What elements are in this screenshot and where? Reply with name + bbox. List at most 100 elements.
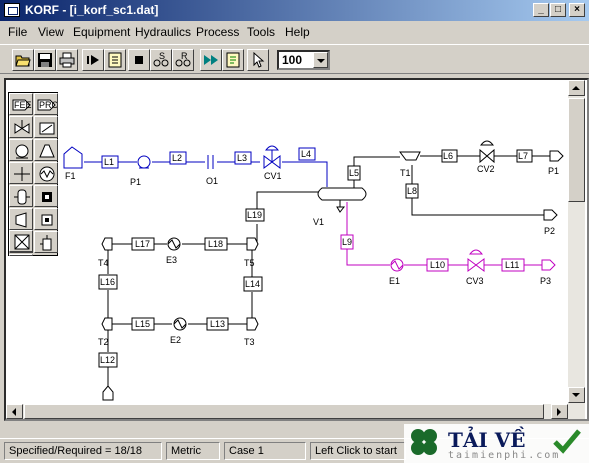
label-cv2: CV2 [477,164,495,174]
fast-forward-icon[interactable] [200,49,222,71]
tee-t4[interactable] [101,237,113,251]
menu-process[interactable]: Process [196,25,239,39]
label-v1: V1 [313,217,324,227]
heat-exchanger-icon[interactable] [34,162,58,184]
feed-icon[interactable]: FEED [9,93,33,115]
scroll-left-icon[interactable] [6,404,23,419]
print-icon[interactable] [56,49,78,71]
orifice-icon[interactable] [34,185,58,207]
control-valve-cv3[interactable] [467,249,485,272]
label-l18: L18 [208,239,223,249]
scroll-up-icon[interactable] [568,80,585,96]
maximize-button[interactable]: □ [550,3,566,17]
vertical-scroll-thumb[interactable] [568,98,585,202]
check-valve-icon[interactable] [34,116,58,138]
checkmark-icon [553,429,581,454]
zoom-value: 100 [282,53,303,67]
svg-text:PROD: PROD [39,100,57,110]
zoom-select[interactable]: 100 [277,50,330,70]
product-p3[interactable] [541,259,556,271]
heat-exchanger-e1[interactable] [390,258,404,272]
feed-f1[interactable] [63,146,83,169]
label-t1: T1 [400,168,411,178]
title-bar: KORF - [i_korf_sc1.dat] _ □ × [0,0,589,21]
label-l15: L15 [135,319,150,329]
control-valve-cv2[interactable] [479,140,495,164]
pump-icon[interactable] [9,139,33,161]
label-l4: L4 [301,149,311,159]
label-l1: L1 [104,157,114,167]
status-case: Case 1 [224,442,306,460]
tee-t1[interactable] [399,151,421,161]
product-icon[interactable]: PROD [34,93,58,115]
flowsheet-diagram[interactable]: F1 L1 P1 L2 O1 L3 CV1 L4 V1 L5 T1 L6 CV2… [6,80,568,404]
menu-equipment[interactable]: Equipment [73,25,130,39]
label-l13: L13 [210,319,225,329]
save-icon[interactable] [34,49,56,71]
menu-file[interactable]: File [8,25,27,39]
label-f1: F1 [65,171,76,181]
label-e1: E1 [389,276,400,286]
solve-r-icon[interactable]: R [172,49,194,71]
feed-f2[interactable] [102,385,114,401]
pump-p1[interactable] [137,155,151,169]
delete-icon[interactable] [9,230,33,252]
misc-equipment-icon[interactable] [34,231,58,253]
watermark: TẢI VỀ taimienphi.com [404,424,589,463]
open-folder-icon[interactable] [12,49,34,71]
label-p1: P1 [130,177,141,187]
chevron-down-icon[interactable] [313,52,328,68]
flowsheet-canvas[interactable]: F1 L1 P1 L2 O1 L3 CV1 L4 V1 L5 T1 L6 CV2… [4,78,589,421]
heat-exchanger-e3[interactable] [167,237,181,251]
product-p2[interactable] [543,209,558,221]
menu-view[interactable]: View [38,25,64,39]
tee-t3[interactable] [246,317,259,331]
menu-tools[interactable]: Tools [247,25,275,39]
scroll-down-icon[interactable] [568,387,585,403]
label-p2: P2 [544,226,555,236]
pointer-icon[interactable] [247,49,269,71]
label-l5: L5 [349,168,359,178]
close-button[interactable]: × [569,3,585,17]
product-p1[interactable] [549,150,564,162]
label-cv1: CV1 [264,171,282,181]
label-l2: L2 [172,153,182,163]
equipment-icon[interactable] [34,208,58,230]
nozzle-icon[interactable] [9,208,33,230]
minimize-button[interactable]: _ [533,3,549,17]
label-e2: E2 [170,335,181,345]
stop-icon[interactable] [128,49,150,71]
status-units: Metric [166,442,220,460]
report-icon[interactable] [222,49,244,71]
label-e3: E3 [166,255,177,265]
compressor-icon[interactable] [34,139,58,161]
vessel-icon[interactable] [9,185,33,207]
label-t5: T5 [244,258,255,268]
tee-t2[interactable] [101,317,113,331]
heat-exchanger-e2[interactable] [173,317,187,331]
tee-icon[interactable] [9,162,33,184]
orifice-o1[interactable] [207,155,214,169]
horizontal-scroll-thumb[interactable] [24,404,544,419]
watermark-sub: taimienphi.com [448,450,561,461]
run-icon[interactable] [82,49,104,71]
label-l11: L11 [505,260,519,270]
tee-t5[interactable] [246,237,259,251]
control-valve-cv1[interactable] [263,145,281,169]
window-title: KORF - [i_korf_sc1.dat] [25,3,159,17]
toolbar: S R 100 [0,44,589,74]
run-step-icon[interactable] [104,49,126,71]
menu-help[interactable]: Help [285,25,310,39]
svg-text:S: S [159,52,165,61]
scroll-right-icon[interactable] [551,404,568,419]
palette-spacer [9,254,33,256]
menu-hydraulics[interactable]: Hydraulics [135,25,191,39]
label-p1-product: P1 [548,166,559,176]
horizontal-scrollbar[interactable] [6,404,568,419]
label-l3: L3 [237,153,247,163]
vertical-scrollbar[interactable] [568,80,585,419]
valve-icon[interactable] [9,116,33,138]
solve-s-icon[interactable]: S [150,49,172,71]
label-p3: P3 [540,276,551,286]
vessel-v1[interactable] [317,187,367,213]
